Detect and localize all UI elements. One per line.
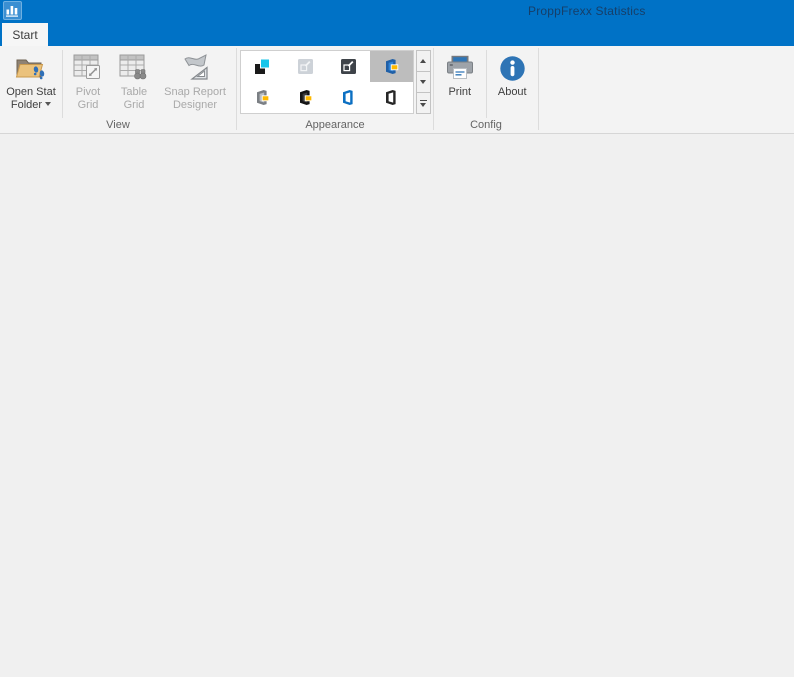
bar-chart-icon [5,3,20,18]
gallery-dropdown-icon [420,100,427,102]
printer-icon [445,55,475,82]
print-button[interactable]: Print [436,48,484,99]
group-label-config: Config [434,119,538,131]
ribbon-group-appearance: Appearance [237,46,433,133]
titlebar: ProppFrexx Statistics [0,0,794,23]
ribbon-tab-row: Start [0,23,794,46]
tab-start-label: Start [12,28,37,42]
table-grid-label-line2: Grid [124,99,145,112]
about-label: About [498,86,527,99]
scroll-up-icon [420,59,426,63]
theme-office-silver-3d-icon [253,89,271,106]
theme-office-black-flat-icon [382,89,400,106]
gallery-scroll-up-button[interactable] [416,50,431,72]
gallery-item-theme-office-blue-flat[interactable] [327,82,370,113]
tab-start[interactable]: Start [2,23,48,46]
scroll-down-icon [420,80,426,84]
folder-footprints-icon [14,53,48,83]
ribbon-group-view: Open Stat Folder Pivot Grid [0,46,236,133]
theme-office-blue-flat-icon [339,89,357,106]
group-separator [538,48,539,130]
gallery-item-theme-office-blue-3d[interactable] [370,51,413,82]
app-icon[interactable] [3,1,22,20]
theme-gallery [240,50,414,114]
info-icon [499,55,526,82]
ribbon-group-config: Print About Config [434,46,538,133]
gallery-scroll-down-button[interactable] [416,71,431,93]
group-label-appearance: Appearance [237,119,433,131]
flag-ruler-icon [179,53,211,83]
table-grid-icon [119,54,149,82]
gallery-item-theme-office-black-flat[interactable] [370,82,413,113]
gallery-item-theme-squares[interactable] [241,51,284,82]
pivot-grid-label-line1: Pivot [76,86,100,99]
group-label-view: View [0,119,236,131]
snap-report-designer-label-line2: Designer [173,99,217,112]
ribbon: Open Stat Folder Pivot Grid [0,46,794,134]
theme-squares-icon [254,58,271,75]
separator [486,50,487,118]
open-stat-folder-button[interactable]: Open Stat Folder [2,48,60,112]
gallery-item-theme-office-black-3d[interactable] [284,82,327,113]
open-stat-folder-label-line2: Folder [11,99,42,111]
gallery-item-theme-edit-light[interactable] [284,51,327,82]
main-content-area [0,134,794,677]
table-grid-label-line1: Table [121,86,147,99]
theme-edit-light-icon [297,58,314,75]
separator [62,50,63,118]
dropdown-arrow-icon [45,102,51,106]
table-grid-button[interactable]: Table Grid [111,48,157,112]
gallery-dropdown-button[interactable] [416,92,431,114]
pivot-grid-label-line2: Grid [78,99,99,112]
pivot-grid-button[interactable]: Pivot Grid [65,48,111,112]
theme-office-black-3d-icon [296,89,314,106]
snap-report-designer-button[interactable]: Snap Report Designer [157,48,233,112]
snap-report-designer-label-line1: Snap Report [164,86,226,99]
window-title: ProppFrexx Statistics [528,4,646,18]
open-stat-folder-label-line1: Open Stat [6,86,56,99]
gallery-scrollbar [416,50,431,114]
print-label: Print [448,86,471,99]
about-button[interactable]: About [488,48,536,99]
theme-office-blue-3d-icon [382,58,400,75]
theme-edit-dark-icon [340,58,357,75]
pivot-grid-icon [73,54,103,82]
gallery-item-theme-edit-dark[interactable] [327,51,370,82]
gallery-item-theme-office-silver-3d[interactable] [241,82,284,113]
